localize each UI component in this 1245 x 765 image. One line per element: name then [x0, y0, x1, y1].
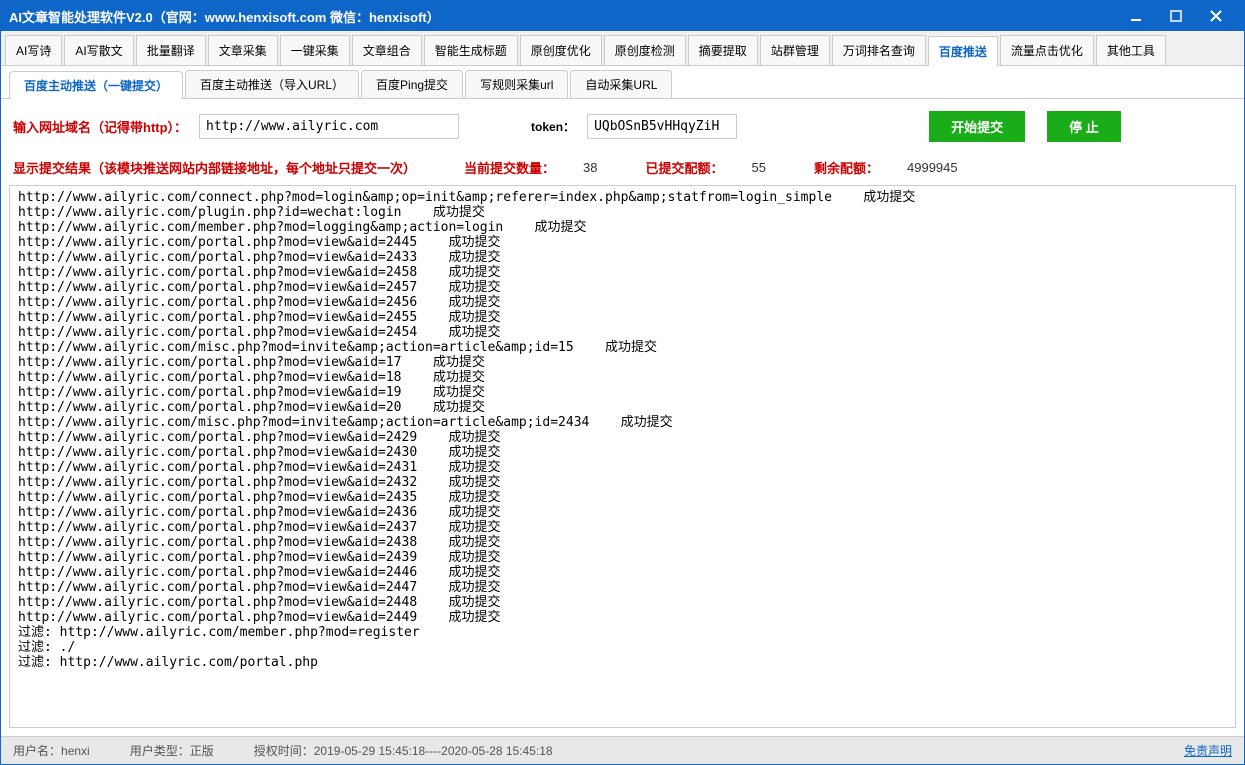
log-line: http://www.ailyric.com/portal.php?mod=vi… — [18, 385, 1227, 400]
disclaimer-link[interactable]: 免责声明 — [1184, 742, 1232, 759]
submitted-quota-label: 已提交配额： — [646, 158, 724, 177]
log-line: http://www.ailyric.com/portal.php?mod=vi… — [18, 325, 1227, 340]
main-tab-7[interactable]: 原创度优化 — [520, 35, 602, 65]
log-line: http://www.ailyric.com/portal.php?mod=vi… — [18, 430, 1227, 445]
token-input[interactable] — [587, 114, 737, 139]
log-line: http://www.ailyric.com/portal.php?mod=vi… — [18, 235, 1227, 250]
log-line: http://www.ailyric.com/portal.php?mod=vi… — [18, 580, 1227, 595]
log-line: http://www.ailyric.com/portal.php?mod=vi… — [18, 250, 1227, 265]
log-line: http://www.ailyric.com/misc.php?mod=invi… — [18, 340, 1227, 355]
main-tab-9[interactable]: 摘要提取 — [688, 35, 758, 65]
sub-tab-2[interactable]: 百度Ping提交 — [361, 70, 463, 98]
maximize-button[interactable] — [1156, 1, 1196, 31]
result-label: 显示提交结果（该模块推送网站内部链接地址，每个地址只提交一次） — [13, 158, 416, 177]
app-title: AI文章智能处理软件V2.0（官网：www.henxisoft.com 微信：h… — [9, 7, 1116, 26]
remain-quota-label: 剩余配额： — [814, 158, 879, 177]
main-tab-8[interactable]: 原创度检测 — [604, 35, 686, 65]
status-auth-time: 授权时间：2019-05-29 15:45:18----2020-05-28 1… — [254, 742, 553, 759]
current-count-label: 当前提交数量： — [464, 158, 555, 177]
app-window: AI文章智能处理软件V2.0（官网：www.henxisoft.com 微信：h… — [0, 0, 1245, 765]
log-line: http://www.ailyric.com/portal.php?mod=vi… — [18, 280, 1227, 295]
stop-button[interactable]: 停 止 — [1047, 111, 1121, 142]
main-tab-14[interactable]: 其他工具 — [1096, 35, 1166, 65]
log-line: http://www.ailyric.com/portal.php?mod=vi… — [18, 370, 1227, 385]
log-line: http://www.ailyric.com/portal.php?mod=vi… — [18, 295, 1227, 310]
log-line: http://www.ailyric.com/portal.php?mod=vi… — [18, 535, 1227, 550]
log-line: http://www.ailyric.com/portal.php?mod=vi… — [18, 610, 1227, 625]
start-submit-button[interactable]: 开始提交 — [929, 111, 1025, 142]
main-tab-5[interactable]: 文章组合 — [352, 35, 422, 65]
titlebar: AI文章智能处理软件V2.0（官网：www.henxisoft.com 微信：h… — [1, 1, 1244, 31]
log-line: http://www.ailyric.com/portal.php?mod=vi… — [18, 565, 1227, 580]
log-line: http://www.ailyric.com/misc.php?mod=invi… — [18, 415, 1227, 430]
log-line: http://www.ailyric.com/portal.php?mod=vi… — [18, 520, 1227, 535]
main-tab-6[interactable]: 智能生成标题 — [424, 35, 518, 65]
status-usertype: 用户类型：正版 — [130, 742, 214, 759]
main-tab-13[interactable]: 流量点击优化 — [1000, 35, 1094, 65]
status-username: 用户名：henxi — [13, 742, 90, 759]
log-line: http://www.ailyric.com/portal.php?mod=vi… — [18, 460, 1227, 475]
sub-tabs: 百度主动推送（一键提交）百度主动推送（导入URL）百度Ping提交写规则采集ur… — [1, 66, 1244, 99]
main-tab-2[interactable]: 批量翻译 — [136, 35, 206, 65]
log-line: http://www.ailyric.com/portal.php?mod=vi… — [18, 505, 1227, 520]
window-controls — [1116, 1, 1236, 31]
main-tab-12[interactable]: 百度推送 — [928, 36, 998, 66]
log-line: http://www.ailyric.com/portal.php?mod=vi… — [18, 550, 1227, 565]
main-tab-11[interactable]: 万词排名查询 — [832, 35, 926, 65]
main-tabs: AI写诗AI写散文批量翻译文章采集一键采集文章组合智能生成标题原创度优化原创度检… — [1, 31, 1244, 66]
log-line: http://www.ailyric.com/plugin.php?id=wec… — [18, 205, 1227, 220]
log-line: http://www.ailyric.com/portal.php?mod=vi… — [18, 310, 1227, 325]
current-count-value: 38 — [583, 160, 597, 175]
statusbar: 用户名：henxi 用户类型：正版 授权时间：2019-05-29 15:45:… — [1, 736, 1244, 764]
log-line: http://www.ailyric.com/connect.php?mod=l… — [18, 190, 1227, 205]
main-tab-3[interactable]: 文章采集 — [208, 35, 278, 65]
log-line: 过滤: http://www.ailyric.com/member.php?mo… — [18, 625, 1227, 640]
input-row: 输入网址域名（记得带http）： token： 开始提交 停 止 — [1, 99, 1244, 154]
log-line: http://www.ailyric.com/portal.php?mod=vi… — [18, 445, 1227, 460]
log-output[interactable]: http://www.ailyric.com/connect.php?mod=l… — [9, 185, 1236, 728]
url-input[interactable] — [199, 114, 459, 139]
sub-tab-4[interactable]: 自动采集URL — [570, 70, 672, 98]
log-line: http://www.ailyric.com/member.php?mod=lo… — [18, 220, 1227, 235]
close-button[interactable] — [1196, 1, 1236, 31]
log-line: http://www.ailyric.com/portal.php?mod=vi… — [18, 265, 1227, 280]
sub-tab-1[interactable]: 百度主动推送（导入URL） — [185, 70, 359, 98]
submitted-quota-value: 55 — [752, 160, 766, 175]
url-label: 输入网址域名（记得带http）： — [13, 117, 187, 136]
log-line: 过滤: ./ — [18, 640, 1227, 655]
minimize-button[interactable] — [1116, 1, 1156, 31]
log-line: http://www.ailyric.com/portal.php?mod=vi… — [18, 490, 1227, 505]
log-line: 过滤: http://www.ailyric.com/portal.php — [18, 655, 1227, 670]
log-line: http://www.ailyric.com/portal.php?mod=vi… — [18, 400, 1227, 415]
log-line: http://www.ailyric.com/portal.php?mod=vi… — [18, 475, 1227, 490]
main-tab-0[interactable]: AI写诗 — [5, 35, 62, 65]
main-tab-10[interactable]: 站群管理 — [760, 35, 830, 65]
remain-quota-value: 4999945 — [907, 160, 958, 175]
main-tab-1[interactable]: AI写散文 — [64, 35, 133, 65]
sub-tab-3[interactable]: 写规则采集url — [465, 70, 568, 98]
token-label: token： — [531, 118, 575, 135]
main-tab-4[interactable]: 一键采集 — [280, 35, 350, 65]
stats-row: 显示提交结果（该模块推送网站内部链接地址，每个地址只提交一次） 当前提交数量： … — [1, 154, 1244, 185]
log-line: http://www.ailyric.com/portal.php?mod=vi… — [18, 355, 1227, 370]
sub-tab-0[interactable]: 百度主动推送（一键提交） — [9, 71, 183, 99]
log-line: http://www.ailyric.com/portal.php?mod=vi… — [18, 595, 1227, 610]
